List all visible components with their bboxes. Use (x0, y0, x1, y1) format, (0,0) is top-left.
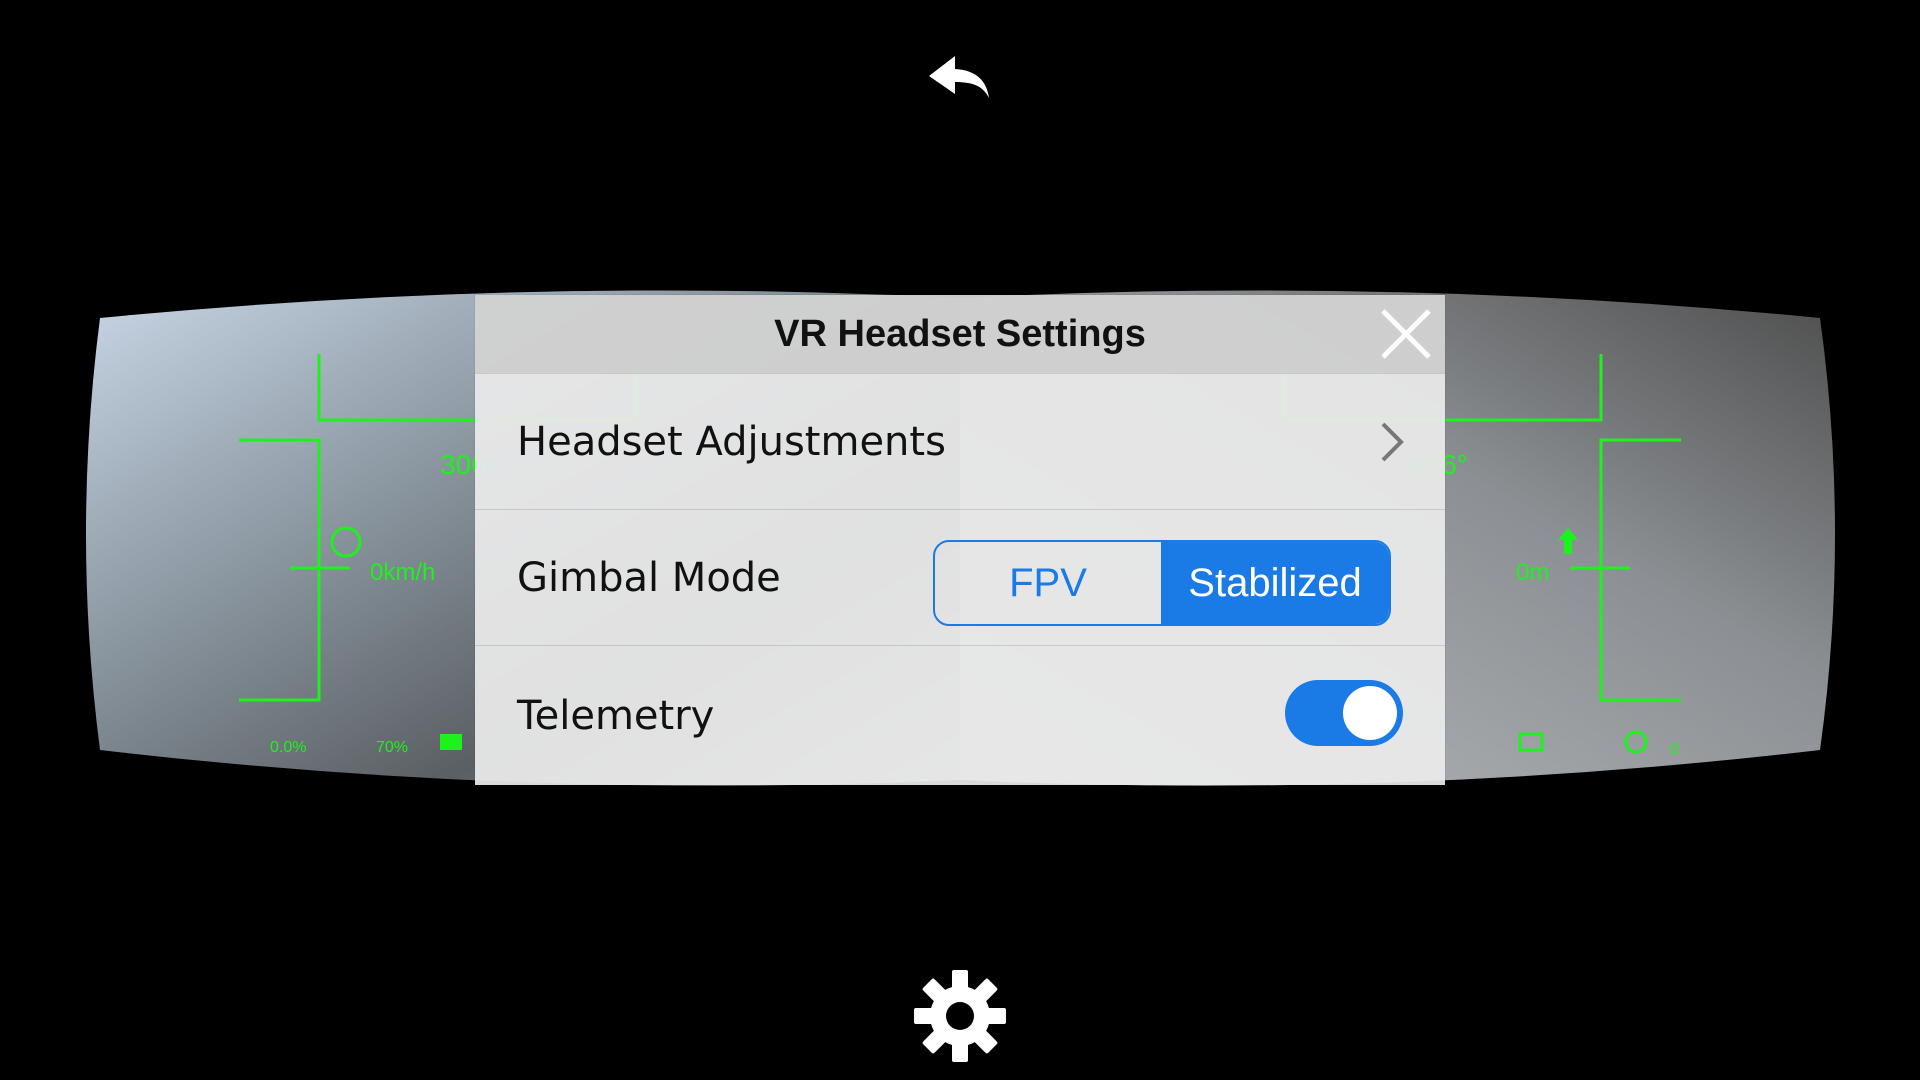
gimbal-mode-option-fpv[interactable]: FPV (935, 542, 1161, 624)
toggle-knob (1343, 686, 1397, 740)
hud-drone-battery: 70% (376, 739, 408, 756)
gimbal-mode-label: Gimbal Mode (517, 555, 781, 601)
vr-headset-settings-dialog: VR Headset Settings Headset Adjustments … (475, 295, 1445, 785)
close-icon (1381, 309, 1431, 359)
hud-speed: 0km/h (370, 559, 435, 586)
telemetry-toggle[interactable] (1285, 680, 1403, 746)
gimbal-mode-option-stabilized[interactable]: Stabilized (1161, 542, 1389, 624)
chevron-right-icon (1381, 422, 1404, 462)
hud-satellites: 0 (1670, 741, 1679, 758)
settings-button[interactable] (912, 968, 1008, 1064)
back-arrow-icon (929, 56, 989, 98)
telemetry-label: Telemetry (517, 693, 715, 739)
headset-adjustments-label: Headset Adjustments (517, 419, 946, 465)
gear-icon (914, 970, 1006, 1062)
telemetry-row: Telemetry (475, 645, 1445, 786)
dialog-title: VR Headset Settings (774, 312, 1146, 355)
back-button[interactable] (925, 52, 995, 102)
hud-altitude: 0m (1516, 559, 1549, 586)
gimbal-mode-row: Gimbal Mode FPV Stabilized (475, 509, 1445, 646)
dialog-header: VR Headset Settings (475, 295, 1445, 373)
headset-adjustments-row[interactable]: Headset Adjustments (475, 373, 1445, 510)
hud-battery: 0.0% (270, 739, 306, 756)
gimbal-mode-segmented-control: FPV Stabilized (933, 540, 1391, 626)
close-button[interactable] (1377, 305, 1435, 363)
